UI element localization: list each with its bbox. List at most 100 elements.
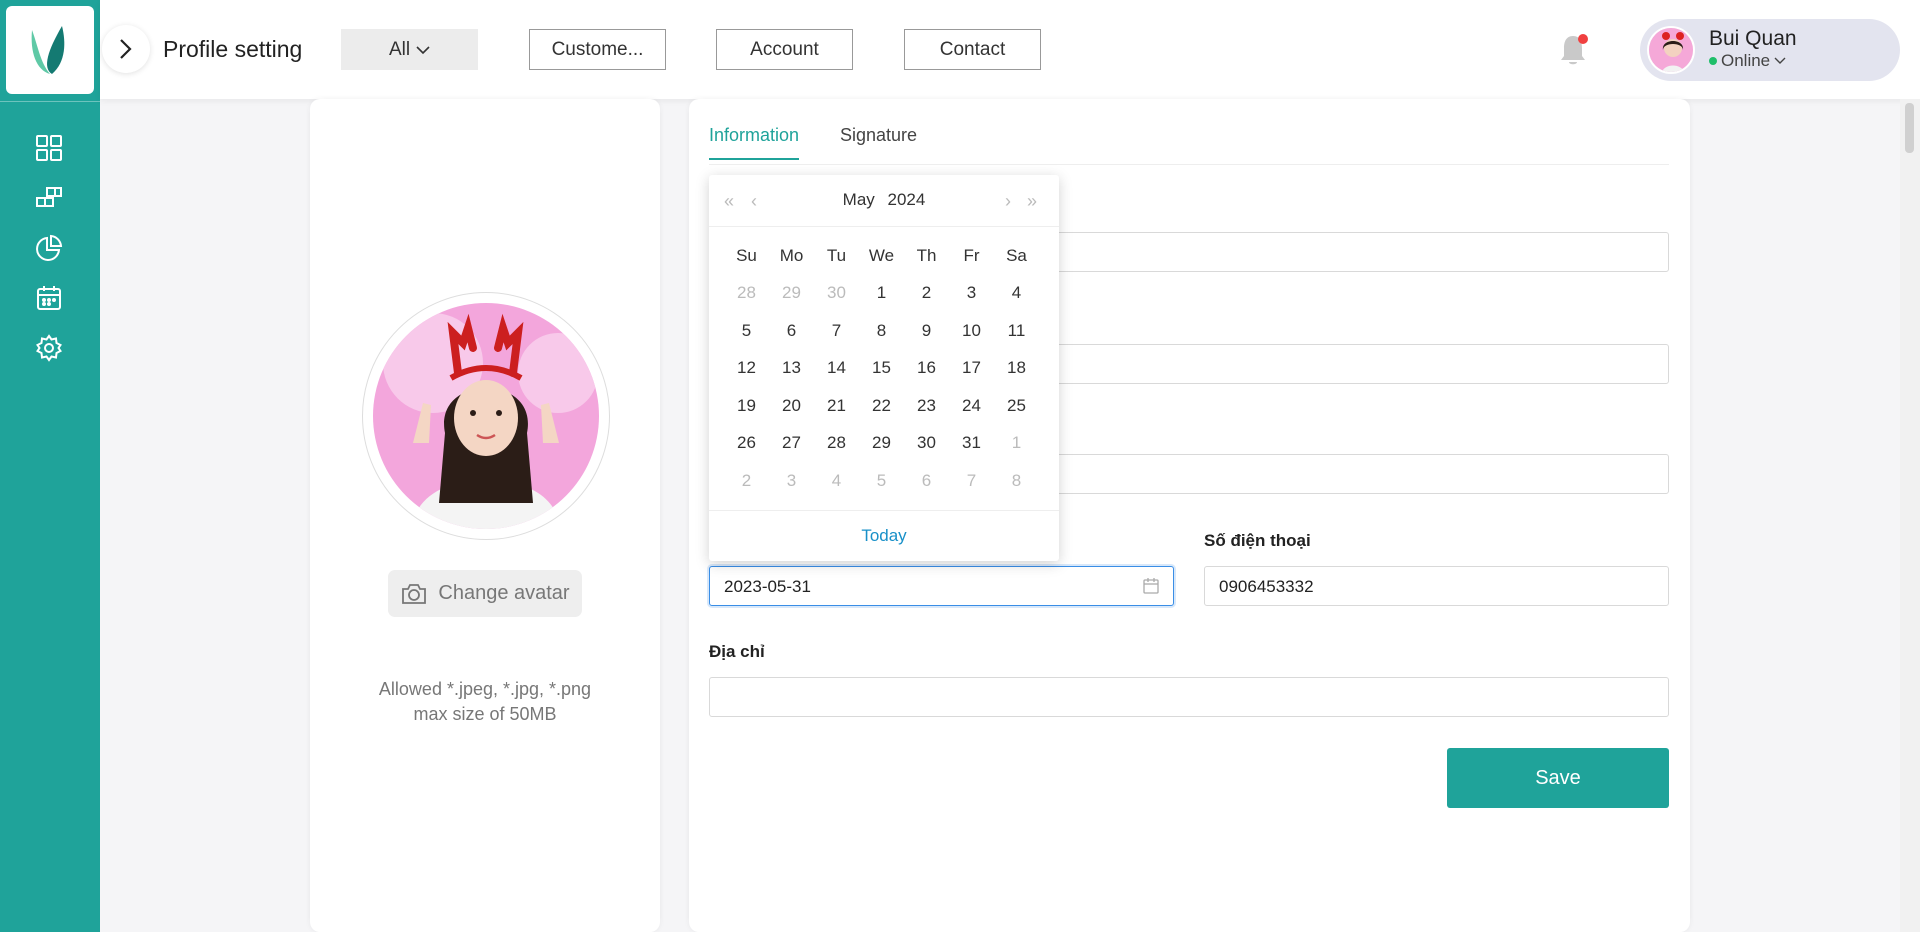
weekday-label: Mo xyxy=(779,245,804,265)
avatar-card: Change avatar Allowed *.jpeg, *.jpg, *.p… xyxy=(310,99,660,932)
next-month-icon[interactable]: › xyxy=(1005,191,1011,212)
date-cell[interactable]: 7 xyxy=(949,471,994,491)
date-cell[interactable]: 9 xyxy=(904,321,949,341)
weekday-label: Tu xyxy=(826,245,847,265)
date-cell[interactable]: 26 xyxy=(724,433,769,453)
app-logo[interactable] xyxy=(6,6,94,94)
dashboard-icon[interactable] xyxy=(34,133,64,163)
date-cell[interactable]: 15 xyxy=(859,358,904,378)
birthday-value: 2023-05-31 xyxy=(724,577,811,596)
date-cell[interactable]: 2 xyxy=(904,283,949,303)
phone-field[interactable]: 0906453332 xyxy=(1204,566,1669,606)
week-row: 28 29 30 1 2 3 4 xyxy=(724,275,1039,313)
week-row: 2 3 4 5 6 7 8 xyxy=(724,462,1039,500)
nav-account-button[interactable]: Account xyxy=(716,29,853,70)
weekday-label: Fr xyxy=(963,245,980,265)
user-status-label: Online xyxy=(1721,51,1771,70)
change-avatar-label: Change avatar xyxy=(438,582,570,604)
date-cell[interactable]: 20 xyxy=(769,396,814,416)
date-cell[interactable]: 12 xyxy=(724,358,769,378)
date-cell[interactable]: 19 xyxy=(724,396,769,416)
profile-avatar[interactable] xyxy=(373,303,599,529)
settings-icon[interactable] xyxy=(34,333,64,363)
date-cell[interactable]: 5 xyxy=(724,321,769,341)
date-cell[interactable]: 5 xyxy=(859,471,904,491)
user-status[interactable]: Online xyxy=(1709,51,1786,71)
weekday-label: Sa xyxy=(1006,245,1027,265)
week-row: 12 13 14 15 16 17 18 xyxy=(724,350,1039,388)
nav-contact-button[interactable]: Contact xyxy=(904,29,1041,70)
date-cell[interactable]: 11 xyxy=(994,321,1039,341)
page-scrollbar-thumb[interactable] xyxy=(1905,103,1914,153)
date-cell[interactable]: 17 xyxy=(949,358,994,378)
date-cell[interactable]: 29 xyxy=(769,283,814,303)
allowed-types-text: Allowed *.jpeg, *.jpg, *.png xyxy=(378,679,592,699)
page-scrollbar[interactable] xyxy=(1900,99,1920,932)
date-cell[interactable]: 7 xyxy=(814,321,859,341)
month-select[interactable]: May xyxy=(843,190,875,209)
address-field[interactable] xyxy=(709,677,1669,717)
date-cell[interactable]: 1 xyxy=(994,433,1039,453)
notification-bell-icon[interactable] xyxy=(1558,32,1588,68)
date-cell[interactable]: 25 xyxy=(994,396,1039,416)
top-header: Profile setting All Custome... Account C… xyxy=(100,0,1920,99)
date-cell[interactable]: 10 xyxy=(949,321,994,341)
today-button[interactable]: Today xyxy=(709,510,1059,561)
weekday-label: Su xyxy=(736,245,757,265)
date-cell[interactable]: 18 xyxy=(994,358,1039,378)
user-menu[interactable]: Bui Quan Online xyxy=(1640,19,1900,81)
date-cell[interactable]: 8 xyxy=(859,321,904,341)
date-cell[interactable]: 28 xyxy=(724,283,769,303)
sidebar-toggle-button[interactable] xyxy=(102,25,150,73)
date-cell[interactable]: 31 xyxy=(949,433,994,453)
save-button[interactable]: Save xyxy=(1447,748,1669,808)
week-row: 19 20 21 22 23 24 25 xyxy=(724,387,1039,425)
chevron-right-icon xyxy=(120,39,132,59)
change-avatar-button[interactable]: Change avatar xyxy=(388,570,582,617)
phone-label: Số điện thoại xyxy=(1204,531,1311,550)
date-cell[interactable]: 6 xyxy=(769,321,814,341)
address-label: Địa chỉ xyxy=(709,642,765,661)
date-cell[interactable]: 23 xyxy=(904,396,949,416)
date-cell[interactable]: 6 xyxy=(904,471,949,491)
week-row: 5 6 7 8 9 10 11 xyxy=(724,312,1039,350)
year-select[interactable]: 2024 xyxy=(888,190,926,209)
birthday-date-input[interactable]: 2023-05-31 xyxy=(709,566,1174,606)
date-cell[interactable]: 3 xyxy=(769,471,814,491)
next-year-icon[interactable]: » xyxy=(1027,191,1037,212)
chevron-down-icon xyxy=(416,45,430,54)
date-cell[interactable]: 1 xyxy=(859,283,904,303)
date-cell[interactable]: 4 xyxy=(994,283,1039,303)
date-cell[interactable]: 14 xyxy=(814,358,859,378)
date-picker-header: « ‹ May 2024 › » xyxy=(709,175,1059,227)
date-cell[interactable]: 29 xyxy=(859,433,904,453)
date-cell[interactable]: 16 xyxy=(904,358,949,378)
date-cell[interactable]: 24 xyxy=(949,396,994,416)
pie-chart-icon[interactable] xyxy=(34,233,64,263)
date-cell[interactable]: 22 xyxy=(859,396,904,416)
date-cell[interactable]: 21 xyxy=(814,396,859,416)
date-cell[interactable]: 28 xyxy=(814,433,859,453)
tab-signature[interactable]: Signature xyxy=(840,125,917,158)
date-cell[interactable]: 2 xyxy=(724,471,769,491)
tab-information[interactable]: Information xyxy=(709,125,800,160)
blocks-icon[interactable] xyxy=(34,183,64,213)
date-cell[interactable]: 8 xyxy=(994,471,1039,491)
nav-all-button[interactable]: All xyxy=(341,29,478,70)
calendar-icon[interactable] xyxy=(34,283,64,313)
date-cell[interactable]: 4 xyxy=(814,471,859,491)
profile-tabs: Information Signature xyxy=(709,99,1669,165)
date-cell[interactable]: 27 xyxy=(769,433,814,453)
date-cell[interactable]: 30 xyxy=(904,433,949,453)
page-title: Profile setting xyxy=(163,36,303,62)
week-row: 26 27 28 29 30 31 1 xyxy=(724,425,1039,463)
sidebar xyxy=(0,0,100,932)
date-cell[interactable]: 13 xyxy=(769,358,814,378)
date-grid: Su Mo Tu We Th Fr Sa 28 29 30 1 2 3 4 5 … xyxy=(724,237,1039,500)
date-cell[interactable]: 30 xyxy=(814,283,859,303)
date-cell[interactable]: 3 xyxy=(949,283,994,303)
nav-customer-button[interactable]: Custome... xyxy=(529,29,666,70)
calendar-icon[interactable] xyxy=(1142,577,1160,595)
weekday-label: Th xyxy=(916,245,937,265)
logo-leaf-icon xyxy=(31,26,65,74)
